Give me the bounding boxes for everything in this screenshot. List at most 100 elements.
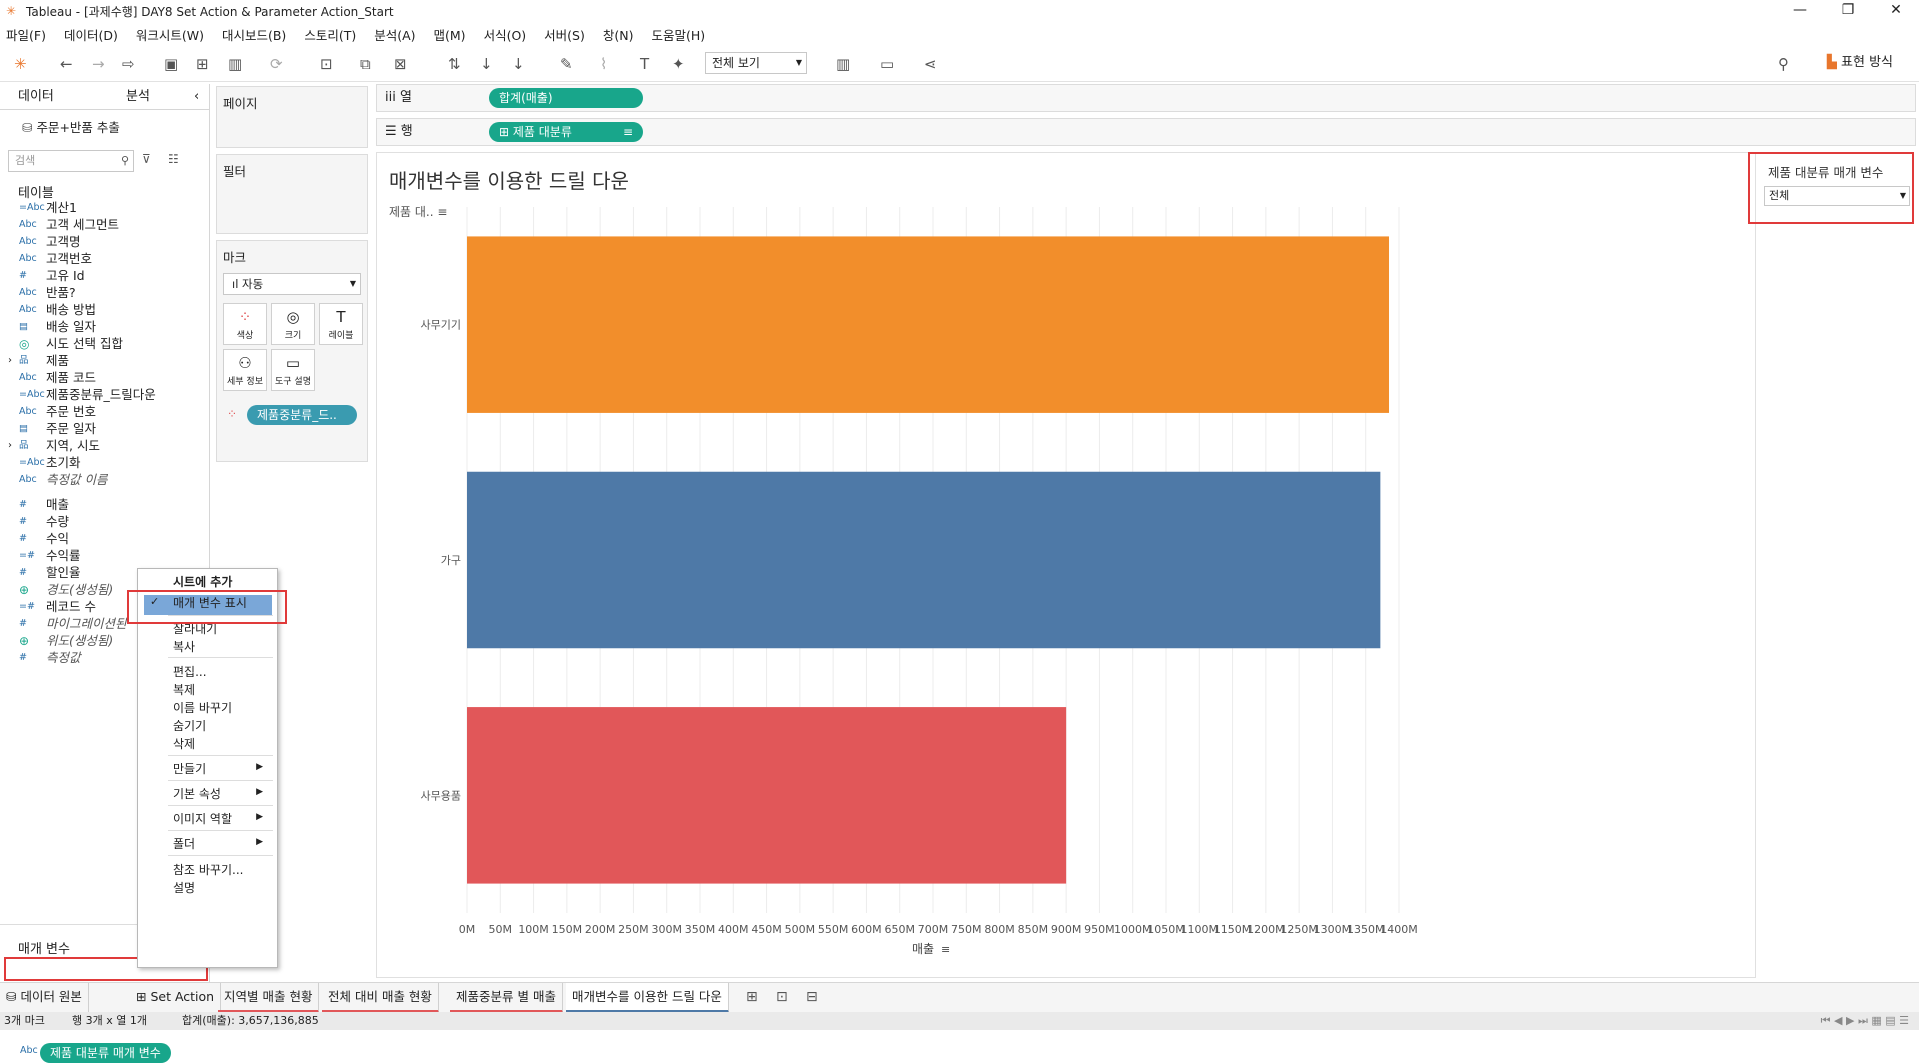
context-menu-item[interactable]: 삭제 xyxy=(173,735,195,752)
sheet-tab-label: 지역별 매출 현황 xyxy=(224,989,313,1004)
new-story-icon[interactable]: ⊟ xyxy=(806,989,818,1005)
parameter-control-value: 전체 xyxy=(1769,189,1790,202)
context-menu-item[interactable]: 폴더 xyxy=(173,835,195,852)
menu-item[interactable]: 워크시트(W) xyxy=(136,25,204,44)
parameter-control-select[interactable]: 전체 ▼ xyxy=(1764,186,1910,206)
chevron-right-icon: ▶ xyxy=(256,812,263,822)
show-cards-icon[interactable]: ▥ xyxy=(836,54,850,74)
clear-sheet-icon[interactable]: ⊠ xyxy=(394,54,407,74)
menu-item[interactable]: 도움말(H) xyxy=(651,25,705,44)
highlight-icon[interactable]: ✎ xyxy=(560,54,573,74)
menu-item[interactable]: 파일(F) xyxy=(6,25,46,44)
menu-item[interactable]: 스토리(T) xyxy=(304,25,356,44)
sheet-tab[interactable]: 지역별 매출 현황 xyxy=(218,983,320,1013)
refresh-icon[interactable]: ⟳ xyxy=(270,54,283,74)
tab-datasource[interactable]: ⛁ 데이터 원본 xyxy=(0,983,89,1013)
detail-button[interactable]: ⚇ 세부 정보 xyxy=(223,349,267,391)
parameter-item[interactable]: Abc 제품 대분류 매개 변수 xyxy=(10,1042,206,1064)
chevron-right-icon: ▶ xyxy=(256,837,263,847)
context-menu-item[interactable]: 편집... xyxy=(173,663,207,680)
duplicate-sheet-icon[interactable]: ⧉ xyxy=(360,54,371,74)
sheet-tab[interactable]: 제품중분류 별 매출 xyxy=(450,983,563,1013)
menu-item[interactable]: 창(N) xyxy=(603,25,634,44)
show-me-button[interactable]: ▙ 표현 방식 xyxy=(1827,52,1893,74)
new-dashboard-icon[interactable]: ⊡ xyxy=(776,989,788,1005)
context-menu-item[interactable]: 복사 xyxy=(173,638,195,655)
collapse-pane-icon[interactable]: ‹ xyxy=(194,84,199,110)
tab-analysis[interactable]: 분석 xyxy=(126,84,150,110)
menu-item[interactable]: 서식(O) xyxy=(484,25,527,44)
sheet-tab[interactable]: 매개변수를 이용한 드릴 다운 xyxy=(566,983,729,1013)
context-menu-item[interactable]: 만들기 xyxy=(173,760,206,777)
color-button[interactable]: ⁘ 색상 xyxy=(223,303,267,345)
field-search-input[interactable]: 검색 ⚲ xyxy=(8,150,134,172)
context-menu-item[interactable]: 시트에 추가 xyxy=(173,573,232,590)
context-menu-item[interactable]: 숨기기 xyxy=(173,717,206,734)
redo-icon[interactable]: → xyxy=(92,54,105,74)
sort-desc-icon[interactable]: ↓ xyxy=(512,54,525,74)
new-datasource-icon[interactable]: ⊞ xyxy=(196,54,209,74)
sheet-tab[interactable]: ⊞ Set Action xyxy=(130,983,222,1013)
field-item[interactable]: Abc 측정값 이름 xyxy=(0,470,210,490)
tooltip-button[interactable]: ▭ 도구 설명 xyxy=(271,349,315,391)
chevron-down-icon: ▼ xyxy=(795,58,802,67)
sort-asc-icon[interactable]: ↓ xyxy=(480,54,493,74)
close-button[interactable]: ✕ xyxy=(1873,0,1919,22)
context-menu-item[interactable]: 복제 xyxy=(173,681,195,698)
menu-item[interactable]: 맵(M) xyxy=(434,25,466,44)
rows-pill[interactable]: ⊞ 제품 대분류 ≡ xyxy=(489,122,643,142)
sheet-tab-label: 제품중분류 별 매출 xyxy=(456,989,556,1004)
x-tick-label: 650M xyxy=(884,923,915,936)
filters-shelf[interactable]: 필터 xyxy=(216,154,368,234)
context-menu-item[interactable]: 설명 xyxy=(173,879,195,896)
mark-type-select[interactable]: ıl 자동 ▼ xyxy=(223,273,361,295)
share-icon[interactable]: ⋖ xyxy=(924,54,937,74)
color-field-pill[interactable]: 제품중분류_드.. xyxy=(247,405,357,425)
sheet-tab[interactable]: 전체 대비 매출 현황 xyxy=(322,983,439,1013)
rows-shelf[interactable]: ☰ 행 ⊞ 제품 대분류 ≡ xyxy=(376,118,1916,146)
size-button[interactable]: ◎ 크기 xyxy=(271,303,315,345)
tableau-start-icon[interactable]: ✳ xyxy=(14,54,27,74)
new-worksheet-icon[interactable]: ⊡ xyxy=(320,54,333,74)
presentation-icon[interactable]: ▭ xyxy=(880,54,894,74)
context-menu-item[interactable]: 이름 바꾸기 xyxy=(173,699,232,716)
x-tick-label: 850M xyxy=(1018,923,1049,936)
datasource-item[interactable]: ⛁ 주문+반품 추출 xyxy=(22,117,120,136)
context-menu-item[interactable]: 참조 바꾸기... xyxy=(173,861,243,878)
fit-view-select[interactable]: 전체 보기 ▼ xyxy=(705,52,807,74)
new-worksheet-icon[interactable]: ⊞ xyxy=(746,989,758,1005)
highlight-pen-icon[interactable]: ⚲ xyxy=(1778,54,1789,74)
context-menu-item[interactable]: 이미지 역할 xyxy=(173,810,232,827)
view-options-icon[interactable]: ☷ xyxy=(168,152,179,166)
filter-icon[interactable]: ⊽ xyxy=(142,152,151,166)
menu-item[interactable]: 서버(S) xyxy=(544,25,585,44)
save-icon[interactable]: ▣ xyxy=(164,54,178,74)
context-menu-item[interactable]: 기본 속성 xyxy=(173,785,221,802)
pin-icon[interactable]: ✦ xyxy=(672,54,685,74)
rows-label-text: 행 xyxy=(400,124,413,139)
restore-button[interactable]: ❐ xyxy=(1825,0,1871,22)
columns-shelf[interactable]: iii 열 합계(매출) xyxy=(376,84,1916,112)
menu-item[interactable]: 분석(A) xyxy=(374,25,415,44)
field-name: 측정값 이름 xyxy=(46,472,108,487)
menu-item[interactable]: 대시보드(B) xyxy=(222,25,286,44)
menu-item[interactable]: 데이터(D) xyxy=(64,25,118,44)
pages-shelf[interactable]: 페이지 xyxy=(216,86,368,148)
size-label: 크기 xyxy=(284,331,302,341)
sheet-nav-icon[interactable]: ⏮ ◀ ▶ ⏭ ▦ ▤ ☰ xyxy=(1821,1012,1909,1030)
parameter-pill[interactable]: 제품 대분류 매개 변수 xyxy=(40,1043,171,1063)
tab-data[interactable]: 데이터 xyxy=(18,84,54,110)
x-tick-label: 150M xyxy=(552,923,583,936)
swap-icon[interactable]: ⇅ xyxy=(448,54,461,74)
minimize-button[interactable]: — xyxy=(1777,0,1823,22)
undo-icon[interactable]: ← xyxy=(60,54,73,74)
columns-pill[interactable]: 합계(매출) xyxy=(489,88,643,108)
context-menu: 시트에 추가 매개 변수 표시 잘라내기 복사 편집... 복제 이름 바꾸기 숨기기 삭제 만들… xyxy=(137,568,278,968)
replay-icon[interactable]: ⇨ xyxy=(122,54,135,74)
pause-updates-icon[interactable]: ▥ xyxy=(228,54,242,74)
label-icon[interactable]: T xyxy=(640,54,649,74)
label-button[interactable]: T 레이블 xyxy=(319,303,363,345)
x-tick-label: 1300M xyxy=(1314,923,1352,936)
chevron-right-icon: ▶ xyxy=(256,787,263,797)
group-icon[interactable]: ⌇ xyxy=(600,54,607,74)
